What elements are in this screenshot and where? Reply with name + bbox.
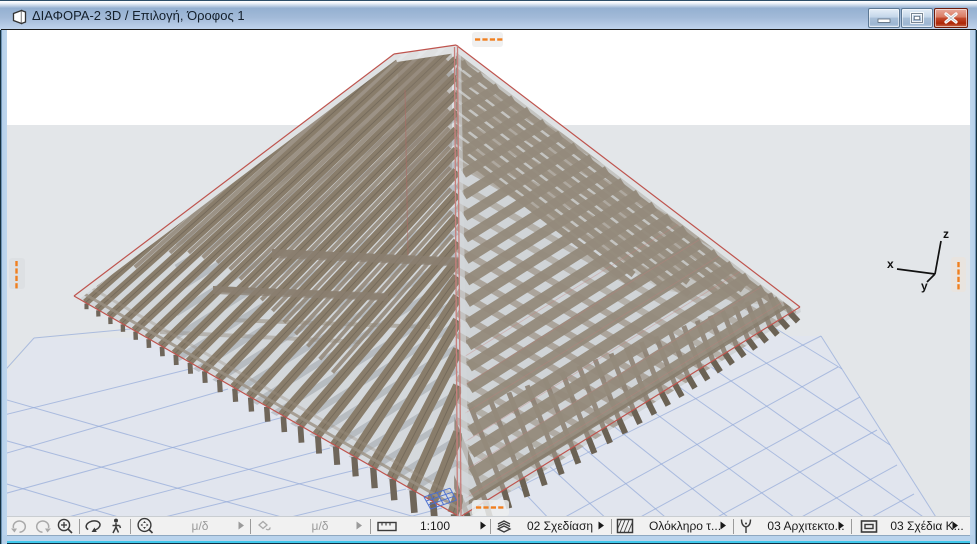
svg-text:y: y	[921, 279, 928, 293]
svg-text:x: x	[887, 257, 894, 271]
svg-text:z: z	[943, 227, 949, 241]
